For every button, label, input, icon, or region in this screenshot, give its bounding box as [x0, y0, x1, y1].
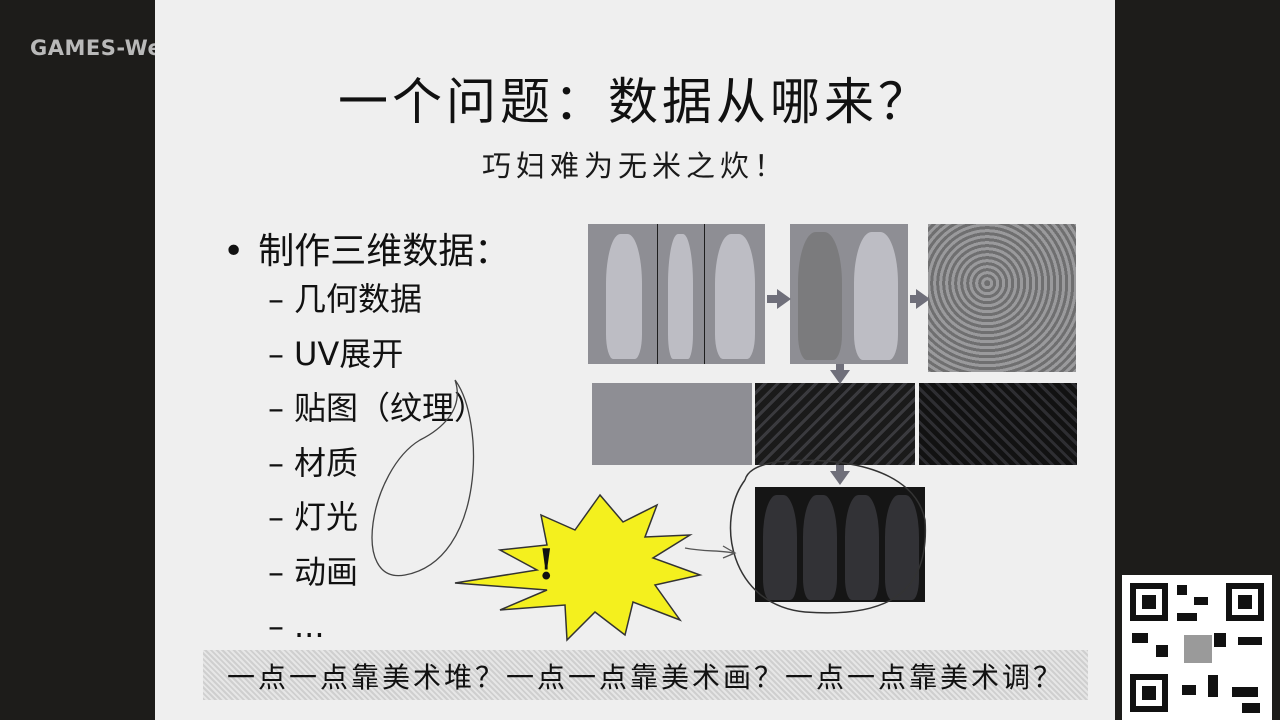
qr-finder: [1226, 583, 1264, 621]
starburst-exclamation: !: [537, 540, 556, 589]
qr-finder: [1130, 674, 1168, 712]
qr-module: [1182, 685, 1196, 695]
left-letterbox: [0, 0, 155, 720]
qr-center-logo: [1182, 633, 1214, 665]
qr-module: [1156, 645, 1168, 657]
qr-module: [1132, 633, 1148, 643]
hand-drawn-loop: [371, 379, 475, 577]
hand-drawn-circle: [729, 459, 927, 614]
annotation-overlay: [371, 379, 927, 642]
qr-module: [1194, 597, 1208, 605]
watermark-text: GAMES-We: [30, 36, 160, 60]
qr-module: [1232, 687, 1258, 697]
starburst-shape: [454, 493, 703, 642]
qr-module: [1242, 703, 1260, 713]
qr-module: [1208, 675, 1218, 697]
qr-module: [1177, 613, 1197, 621]
bottom-note: 一点一点靠美术堆？一点一点靠美术画？一点一点靠美术调？: [226, 661, 1064, 694]
qr-code: [1122, 575, 1272, 720]
qr-module: [1177, 585, 1187, 595]
slide: 一个问题：数据从哪来？ 巧妇难为无米之炊！ • 制作三维数据： – 几何数据 – UV…: [155, 0, 1115, 720]
qr-module: [1214, 633, 1226, 647]
hand-drawn-arrow: [684, 545, 737, 559]
qr-finder: [1130, 583, 1168, 621]
qr-module: [1238, 637, 1262, 645]
